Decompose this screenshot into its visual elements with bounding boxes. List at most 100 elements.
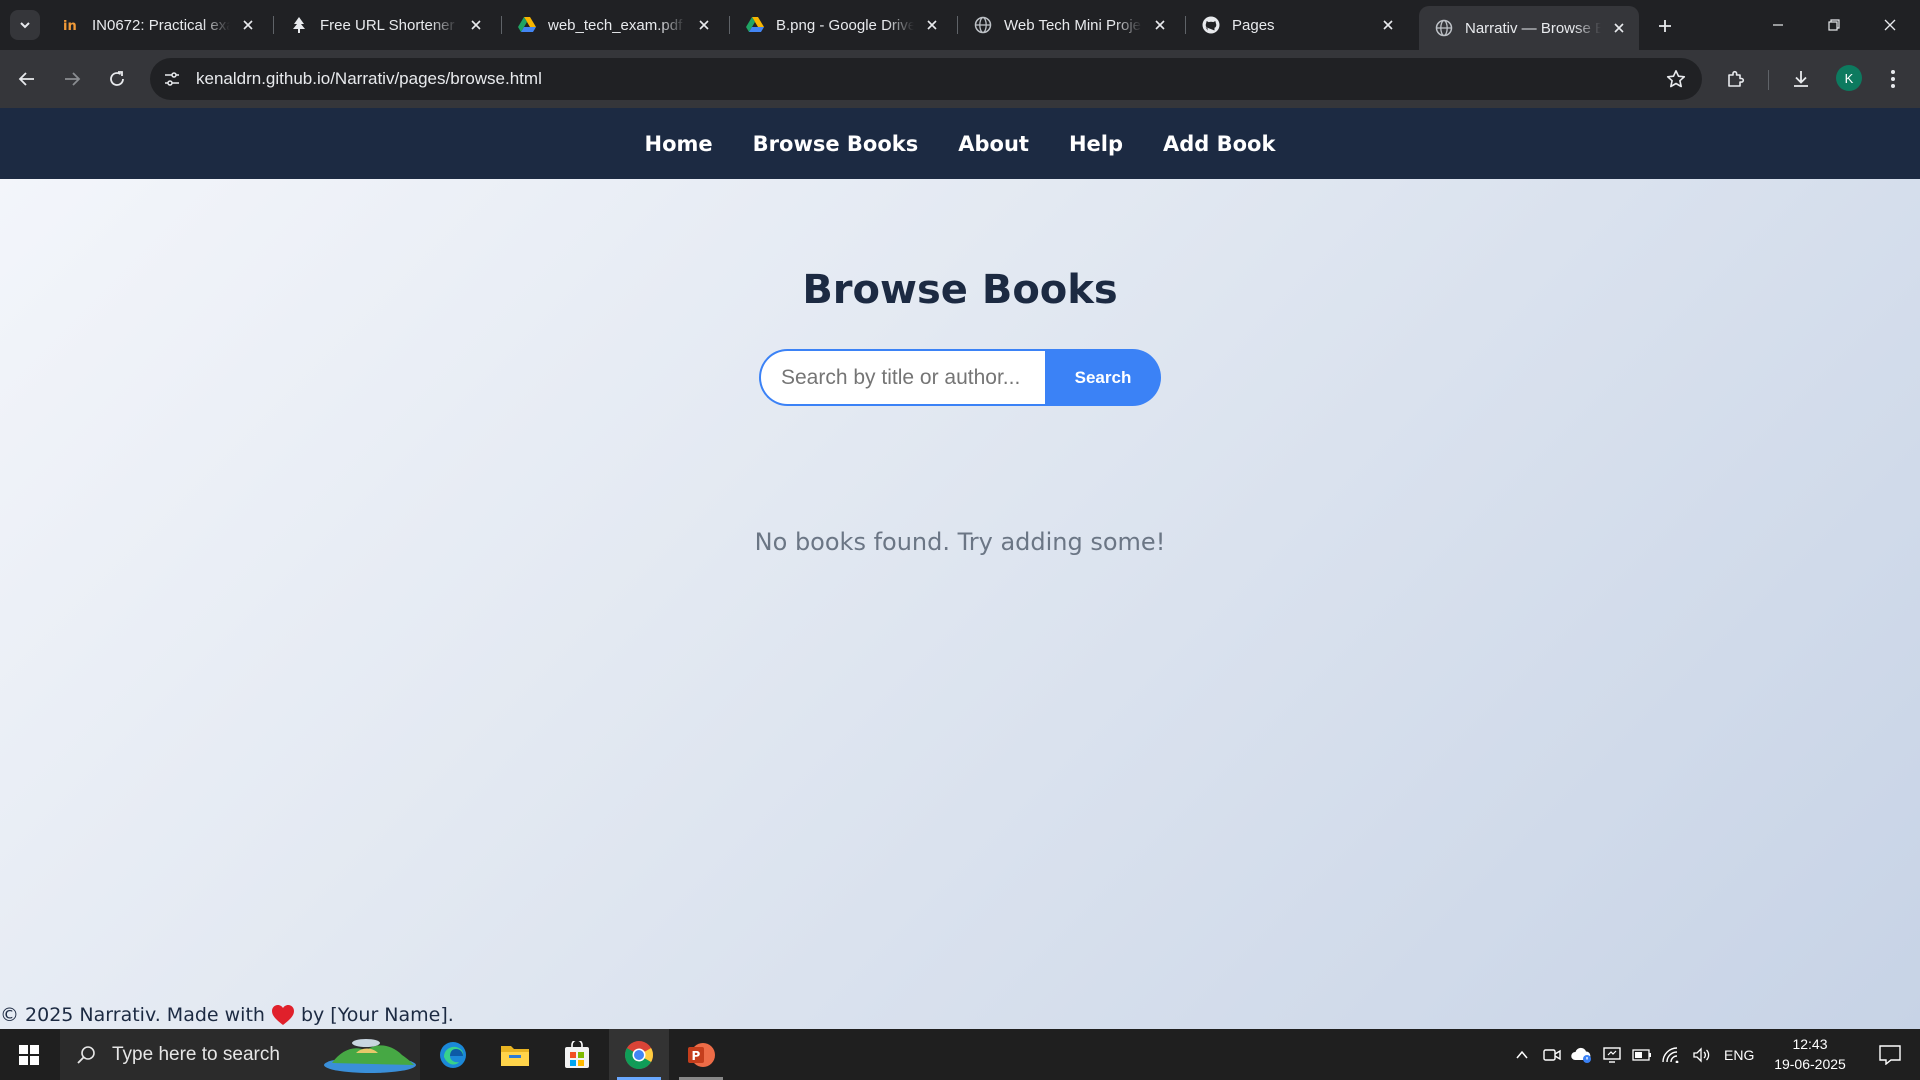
svg-text:P: P	[692, 1049, 701, 1063]
forward-button[interactable]	[56, 63, 88, 95]
globe-icon	[974, 16, 992, 34]
close-icon[interactable]	[1150, 15, 1170, 35]
search-highlight-illustration-icon	[324, 1039, 416, 1073]
search-form: Search	[759, 349, 1161, 406]
footer-text-start: © 2025 Narrativ. Made with	[0, 1004, 265, 1026]
browser-toolbar: kenaldrn.github.io/Narrativ/pages/browse…	[0, 50, 1920, 108]
chevron-up-icon	[1516, 1050, 1528, 1058]
clock-date: 19-06-2025	[1774, 1056, 1846, 1072]
folder-icon	[501, 1045, 529, 1066]
browser-tab[interactable]: in IN0672: Practical exam	[46, 7, 268, 43]
close-icon[interactable]	[238, 15, 258, 35]
tab-search-button[interactable]	[10, 10, 40, 40]
footer-text-end: by [Your Name].	[300, 1004, 454, 1026]
minimize-icon	[1773, 24, 1783, 26]
toolbar-divider	[1768, 70, 1769, 90]
nav-link-browse-books[interactable]: Browse Books	[753, 132, 919, 156]
chevron-down-icon	[20, 22, 30, 29]
edge-icon	[440, 1041, 466, 1068]
close-icon	[1884, 19, 1896, 31]
close-icon[interactable]	[1609, 18, 1629, 38]
browser-tab[interactable]: B.png - Google Drive	[730, 7, 952, 43]
downloads-button[interactable]	[1785, 63, 1817, 95]
taskbar-powerpoint[interactable]: P	[671, 1029, 731, 1080]
nav-link-add-book[interactable]: Add Book	[1163, 132, 1275, 156]
speaker-icon	[1693, 1046, 1710, 1063]
tray-show-hidden-button[interactable]	[1508, 1029, 1536, 1080]
tab-title: IN0672: Practical exam	[92, 16, 230, 34]
tab-title: web_tech_exam.pdf - Google Drive	[548, 16, 686, 34]
browser-tab[interactable]: Pages	[1186, 7, 1408, 43]
taskbar-chrome[interactable]	[609, 1029, 669, 1080]
minimize-button[interactable]	[1750, 0, 1806, 50]
tab-title: Free URL Shortener	[320, 16, 455, 34]
taskbar-edge[interactable]	[423, 1029, 483, 1080]
nav-link-home[interactable]: Home	[645, 132, 713, 156]
browser-tab-active[interactable]: Narrativ — Browse Books	[1419, 6, 1639, 50]
notification-center-button[interactable]	[1866, 1029, 1914, 1080]
close-icon[interactable]	[466, 15, 486, 35]
plus-icon	[1659, 20, 1671, 32]
new-tab-button[interactable]	[1651, 12, 1679, 40]
reload-button[interactable]	[101, 63, 133, 95]
more-vert-icon	[1891, 70, 1895, 88]
tray-meet-now[interactable]	[1538, 1029, 1566, 1080]
back-button[interactable]	[11, 63, 43, 95]
tab-title: B.png - Google Drive	[776, 16, 914, 34]
close-icon[interactable]	[1378, 15, 1398, 35]
close-icon[interactable]	[694, 15, 714, 35]
clock-time: 12:43	[1792, 1036, 1828, 1052]
browser-tab[interactable]: Web Tech Mini Project	[958, 7, 1180, 43]
start-button[interactable]	[0, 1029, 58, 1080]
browser-tab[interactable]: web_tech_exam.pdf - Google Drive	[502, 7, 724, 43]
wifi-icon	[1662, 1046, 1679, 1063]
powerpoint-icon: P	[688, 1042, 715, 1067]
google-drive-icon	[518, 16, 536, 34]
tray-language[interactable]: ENG	[1724, 1029, 1754, 1080]
search-input[interactable]	[759, 349, 1045, 406]
chrome-menu-button[interactable]	[1877, 63, 1909, 95]
tray-volume[interactable]	[1688, 1029, 1716, 1080]
browser-tab[interactable]: Free URL Shortener	[274, 7, 496, 43]
tray-onedrive[interactable]	[1566, 1029, 1596, 1080]
web-page: Home Browse Books About Help Add Book Br…	[0, 108, 1920, 1029]
address-bar[interactable]: kenaldrn.github.io/Narrativ/pages/browse…	[150, 58, 1702, 100]
heart-icon	[271, 1004, 295, 1026]
tab-title: Narrativ — Browse Books	[1465, 19, 1601, 37]
globe-icon	[1435, 19, 1453, 37]
site-info-button[interactable]	[158, 65, 186, 93]
search-icon	[77, 1045, 95, 1064]
search-button[interactable]: Search	[1045, 349, 1161, 406]
chrome-icon	[625, 1040, 653, 1069]
svg-text:in: in	[63, 19, 77, 34]
monitor-icon	[1603, 1046, 1621, 1063]
taskbar-microsoft-store[interactable]	[547, 1029, 607, 1080]
arrow-left-icon	[18, 72, 34, 86]
site-navbar: Home Browse Books About Help Add Book	[0, 108, 1920, 179]
tray-battery[interactable]	[1628, 1029, 1656, 1080]
tray-wifi[interactable]	[1658, 1029, 1686, 1080]
close-window-button[interactable]	[1862, 0, 1918, 50]
arrow-right-icon	[65, 72, 81, 86]
star-icon	[1666, 70, 1686, 88]
profile-avatar[interactable]: K	[1836, 65, 1862, 91]
github-icon	[1202, 16, 1220, 34]
tray-display[interactable]	[1598, 1029, 1626, 1080]
download-icon	[1794, 71, 1808, 87]
nav-link-help[interactable]: Help	[1069, 132, 1123, 156]
taskbar-clock[interactable]: 12:43 19-06-2025	[1760, 1034, 1860, 1074]
taskbar-search-box[interactable]: Type here to search	[60, 1029, 420, 1080]
site-footer: © 2025 Narrativ. Made with by [Your Name…	[0, 1001, 454, 1029]
nav-link-about[interactable]: About	[958, 132, 1029, 156]
taskbar-file-explorer[interactable]	[485, 1029, 545, 1080]
browser-tab-strip: in IN0672: Practical exam Free URL Short…	[0, 0, 1920, 50]
restore-button[interactable]	[1806, 0, 1862, 50]
bookmark-star-button[interactable]	[1664, 67, 1688, 91]
taskbar-search-placeholder: Type here to search	[112, 1043, 280, 1065]
extensions-button[interactable]	[1720, 63, 1752, 95]
empty-state-message: No books found. Try adding some!	[754, 528, 1166, 556]
battery-icon	[1632, 1048, 1651, 1061]
close-icon[interactable]	[922, 15, 942, 35]
restore-icon	[1828, 19, 1840, 31]
google-drive-icon	[746, 16, 764, 34]
